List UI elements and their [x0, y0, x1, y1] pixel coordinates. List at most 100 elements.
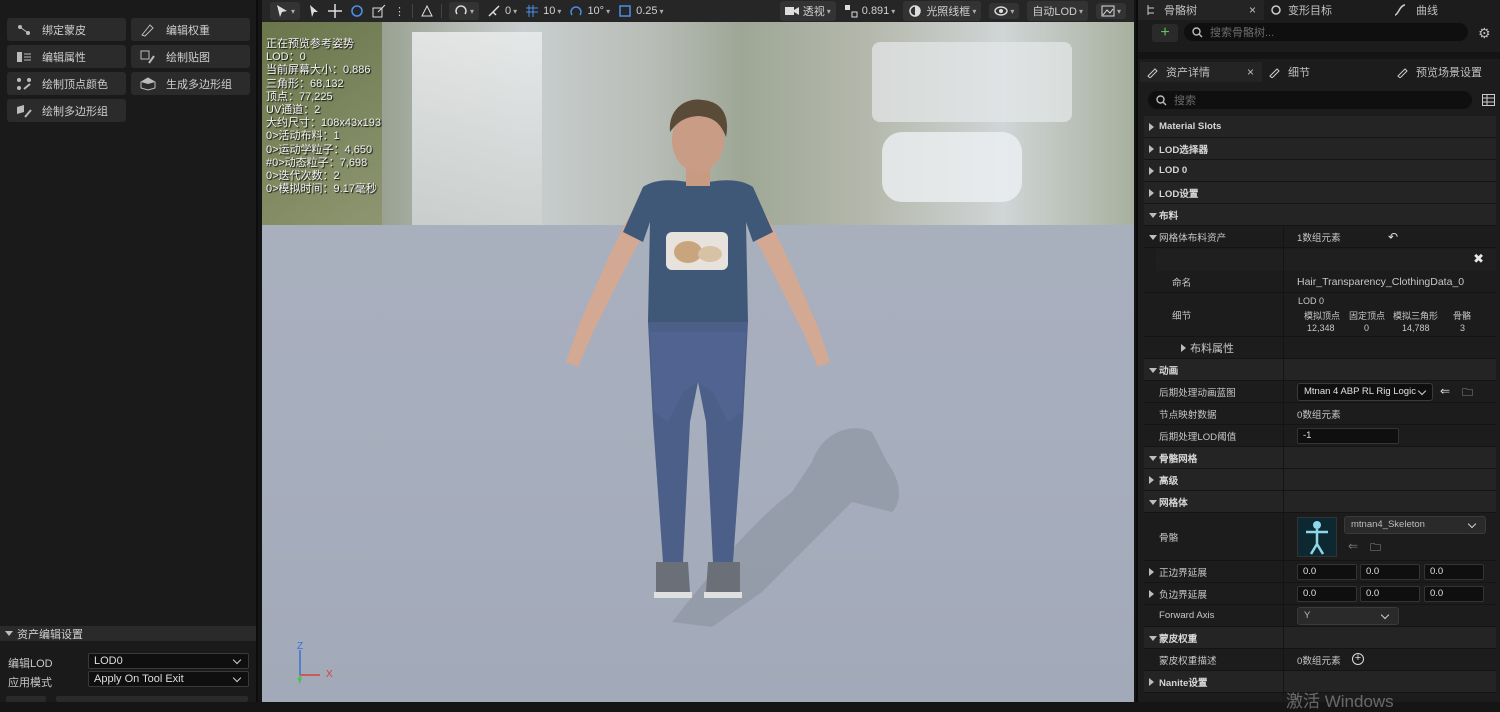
viewport[interactable]: ▾ ⋮ ▾ 0 ▾ 10 ▾ 10° ▾ 0.25 ▾ 透视 ▾ 0.891 ▾ 光照线框 ▾… — [262, 0, 1134, 702]
expand-arrow-icon — [1149, 145, 1154, 153]
coordinate-space-button[interactable]: ▾ — [449, 2, 480, 20]
collapse-arrow-icon[interactable] — [1149, 235, 1157, 240]
edit-attributes-button[interactable]: 编辑属性 — [7, 45, 126, 68]
browse-icon[interactable]: 🗀 — [1370, 539, 1381, 558]
post-anim-bp-value: Mtnan 4 ABP RL Rig Logic — [1304, 386, 1416, 397]
show-flags-button[interactable]: ▾ — [989, 3, 1020, 19]
negative-bounds-y[interactable]: 0.0 — [1360, 586, 1420, 602]
tab-skeleton-tree[interactable]: 骨骼树 × — [1138, 0, 1264, 20]
details-panel: 骨骼树 × 变形目标 曲线 + 搜索骨骼树... ⚙ 资产详情 × 细节 预览场… — [1136, 0, 1500, 711]
skeleton-thumbnail[interactable] — [1297, 517, 1337, 557]
collapse-arrow-icon — [5, 631, 13, 636]
clothing-name-row: 命名 Hair_Transparency_ClothingData_0 — [1144, 271, 1496, 293]
category-clothing[interactable]: 布料 — [1144, 204, 1496, 226]
expand-arrow-icon[interactable] — [1149, 590, 1154, 598]
generate-polygroups-button[interactable]: 生成多边形组 — [131, 72, 250, 95]
col-sim-verts: 模拟顶点 — [1304, 311, 1341, 321]
post-anim-bp-dropdown[interactable]: Mtnan 4 ABP RL Rig Logic — [1297, 383, 1433, 401]
asset-edit-settings-header[interactable]: 资产编辑设置 — [0, 626, 256, 641]
viewport-stats: 正在预览参考姿势 LOD：0 当前屏幕大小：0.886 三角形：68,132 顶… — [266, 38, 381, 196]
add-button[interactable]: + — [1152, 24, 1178, 42]
node-map-value: 0数组元素 — [1297, 409, 1341, 421]
lod-button[interactable]: 自动LOD ▾ — [1027, 1, 1088, 21]
paint-vertex-colors-button[interactable]: 绘制顶点颜色 — [7, 72, 126, 95]
select-tool[interactable] — [308, 4, 320, 18]
collapse-arrow-icon — [1149, 500, 1157, 505]
category-skin-weights[interactable]: 蒙皮权重 — [1144, 627, 1496, 649]
reset-icon[interactable]: ↶ — [1388, 230, 1398, 244]
details-search-input[interactable]: 搜索 — [1148, 91, 1472, 109]
lighting-mode-button[interactable]: 光照线框 ▾ — [903, 1, 982, 21]
scale-snap-value: 0.25 — [636, 5, 658, 17]
category-mesh[interactable]: 网格体 — [1144, 491, 1496, 513]
paint-polygroups-button[interactable]: 绘制多边形组 — [7, 99, 126, 122]
skin-weights-label: 蒙皮权重 — [1159, 633, 1198, 645]
scale-snap-button[interactable]: 0.25 ▾ — [618, 4, 664, 18]
more-icon[interactable]: ⋮ — [394, 5, 405, 18]
category-lod0[interactable]: LOD 0 — [1144, 160, 1496, 182]
positive-bounds-y[interactable]: 0.0 — [1360, 564, 1420, 580]
browse-icon[interactable]: 🗀 — [1462, 384, 1473, 403]
skeleton-search-placeholder: 搜索骨骼树... — [1210, 27, 1275, 39]
close-icon[interactable]: × — [1249, 3, 1256, 17]
table-view-icon[interactable] — [1482, 94, 1495, 109]
skeleton-search-input[interactable]: 搜索骨骼树... — [1184, 23, 1468, 41]
clothing-props-row[interactable]: 布料属性 — [1144, 337, 1496, 359]
scale-tool[interactable] — [372, 4, 386, 18]
apply-mode-dropdown[interactable]: Apply On Tool Exit — [88, 671, 249, 687]
curve-icon — [1394, 4, 1406, 16]
tab-curves[interactable]: 曲线 — [1394, 0, 1494, 20]
negative-bounds-z[interactable]: 0.0 — [1424, 586, 1484, 602]
preview-image-button[interactable]: ▾ — [1095, 3, 1126, 19]
add-element-icon[interactable]: + — [1352, 653, 1364, 665]
tab-morph-targets[interactable]: 变形目标 — [1268, 0, 1388, 20]
apply-mode-label: 应用模式 — [8, 677, 52, 689]
scene-view[interactable]: 正在预览参考姿势 LOD：0 当前屏幕大小：0.886 三角形：68,132 顶… — [262, 22, 1134, 702]
forward-axis-dropdown[interactable]: Y — [1297, 607, 1399, 625]
tab-details[interactable]: 细节 — [1268, 62, 1378, 82]
angle-icon — [488, 5, 500, 17]
angle-snap-button[interactable]: 0 ▾ — [487, 4, 517, 18]
positive-bounds-z[interactable]: 0.0 — [1424, 564, 1484, 580]
axis-x-label: X — [326, 669, 333, 680]
rotation-snap-button[interactable]: 10° ▾ — [569, 4, 610, 18]
edit-weights-button[interactable]: 编辑权重 — [131, 18, 250, 41]
rotate-tool[interactable] — [350, 4, 364, 18]
negative-bounds-x[interactable]: 0.0 — [1297, 586, 1357, 602]
skeleton-dropdown[interactable]: mtnan4_Skeleton — [1344, 516, 1486, 534]
edit-lod-dropdown[interactable]: LOD0 — [88, 653, 249, 669]
translate-tool[interactable] — [328, 4, 343, 18]
expand-arrow-icon[interactable] — [1149, 568, 1154, 576]
category-advanced[interactable]: 高级 — [1144, 469, 1496, 491]
view-mode-button[interactable]: 透视 ▾ — [779, 1, 836, 21]
bind-skin-button[interactable]: 绑定蒙皮 — [7, 18, 126, 41]
footer-field[interactable] — [56, 696, 248, 702]
gear-icon[interactable]: ⚙ — [1478, 25, 1491, 42]
value: 0.0 — [1303, 566, 1317, 577]
category-lod-picker[interactable]: LOD选择器 — [1144, 138, 1496, 160]
mesh-label: 网格体 — [1159, 497, 1188, 509]
post-lod-input[interactable]: -1 — [1297, 428, 1399, 444]
close-icon[interactable]: × — [1247, 65, 1254, 79]
stat-line: 0>模拟时间：9.17毫秒 — [266, 183, 377, 196]
use-selected-icon[interactable]: ⇐ — [1348, 539, 1358, 553]
screen-size-button[interactable]: 0.891 ▾ — [844, 4, 895, 18]
tab-asset-details[interactable]: 资产详情 × — [1140, 62, 1262, 82]
world-icon — [455, 5, 467, 15]
category-animation[interactable]: 动画 — [1144, 359, 1496, 381]
use-selected-icon[interactable]: ⇐ — [1440, 384, 1450, 398]
paint-maps-button[interactable]: 绘制贴图 — [131, 45, 250, 68]
tab-preview-scene[interactable]: 预览场景设置 — [1396, 62, 1500, 82]
lighting-mode-value: 光照线框 — [926, 6, 971, 18]
footer-button[interactable] — [6, 696, 46, 702]
grid-snap-button[interactable]: 10 ▾ — [525, 4, 561, 18]
positive-bounds-x[interactable]: 0.0 — [1297, 564, 1357, 580]
category-material-slots[interactable]: Material Slots — [1144, 116, 1496, 138]
category-lod-settings[interactable]: LOD设置 — [1144, 182, 1496, 204]
delete-element-icon[interactable]: ✖ — [1473, 251, 1484, 267]
surface-snap-button[interactable] — [420, 4, 434, 18]
category-skeletal-mesh[interactable]: 骨骼网格 — [1144, 447, 1496, 469]
lod-settings-label: LOD设置 — [1159, 188, 1199, 200]
tab-asset-details-label: 资产详情 — [1166, 67, 1210, 79]
select-mode-button[interactable]: ▾ — [270, 2, 301, 20]
